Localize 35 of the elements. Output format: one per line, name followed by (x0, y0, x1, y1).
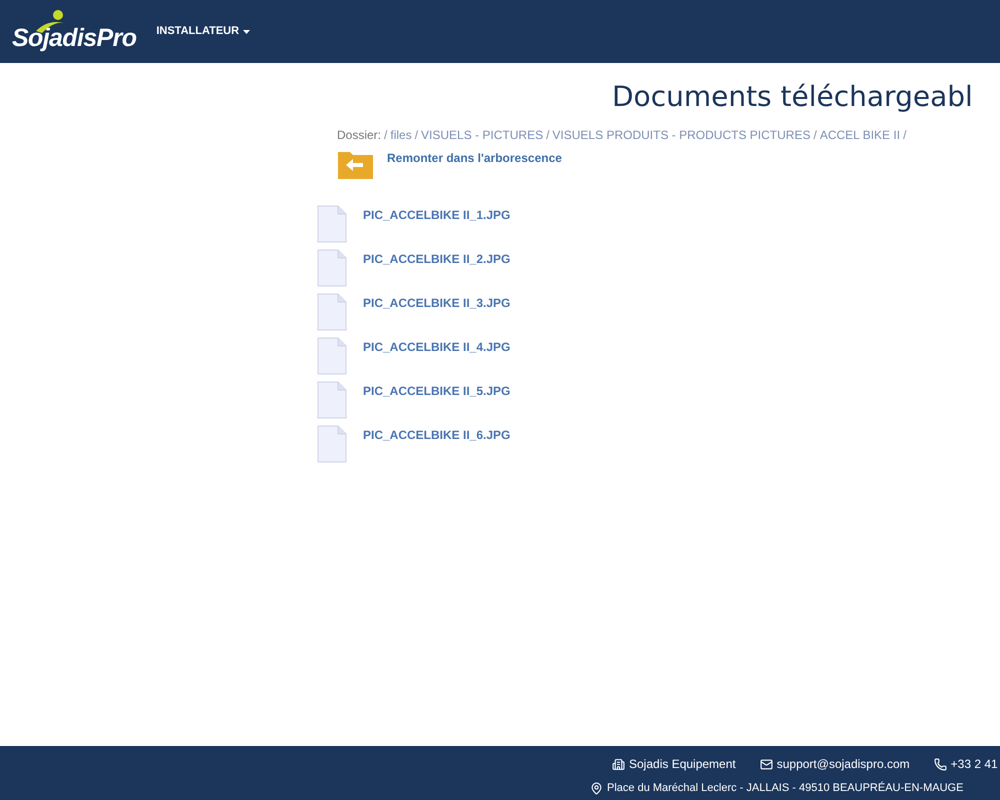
breadcrumb-link[interactable]: ACCEL BIKE II (820, 126, 900, 144)
email-link[interactable]: support@sojadispro.com (776, 755, 910, 773)
file-link[interactable]: PIC_ACCELBIKE II_6.JPG (363, 426, 510, 444)
company-name: Sojadis Equipement (629, 756, 736, 773)
location-pin-icon (590, 782, 603, 795)
path-separator: / (546, 127, 550, 144)
path-separator: / (813, 127, 817, 144)
file-link[interactable]: PIC_ACCELBIKE II_3.JPG (363, 294, 510, 312)
path-separator: / (414, 127, 418, 144)
path-separator: / (384, 127, 388, 144)
breadcrumb-link[interactable]: files (390, 126, 412, 144)
file-link[interactable]: PIC_ACCELBIKE II_1.JPG (363, 206, 510, 224)
folder-label: Dossier: (337, 127, 382, 144)
logo[interactable]: SojadisPro (12, 6, 136, 56)
file-icon (317, 425, 347, 463)
file-icon (317, 205, 347, 243)
file-link[interactable]: PIC_ACCELBIKE II_4.JPG (363, 338, 510, 356)
file-icon (317, 337, 347, 375)
building-icon (612, 758, 625, 770)
page-title: Documents téléchargeabl (612, 83, 973, 111)
phone-icon (934, 758, 947, 770)
breadcrumb-link[interactable]: VISUELS PRODUITS - PRODUCTS PICTURES (552, 126, 810, 144)
mail-icon (760, 758, 773, 770)
file-link[interactable]: PIC_ACCELBIKE II_5.JPG (363, 382, 510, 400)
address: Place du Maréchal Leclerc - JALLAIS - 49510 BEAUPRÉAU-EN-MAUGE (607, 780, 964, 796)
file-icon (317, 293, 347, 331)
parent-folder-link[interactable]: Remonter dans l'arborescence (387, 149, 562, 167)
file-link[interactable]: PIC_ACCELBIKE II_2.JPG (363, 250, 510, 268)
file-icon (317, 381, 347, 419)
file-icon (317, 249, 347, 287)
caret-icon (243, 30, 250, 34)
breadcrumb-link[interactable]: VISUELS - PICTURES (421, 126, 544, 144)
phone-number: +33 2 41 (950, 756, 998, 773)
installateur-menu[interactable]: INSTALLATEUR (156, 23, 250, 40)
path-separator: / (903, 127, 906, 144)
